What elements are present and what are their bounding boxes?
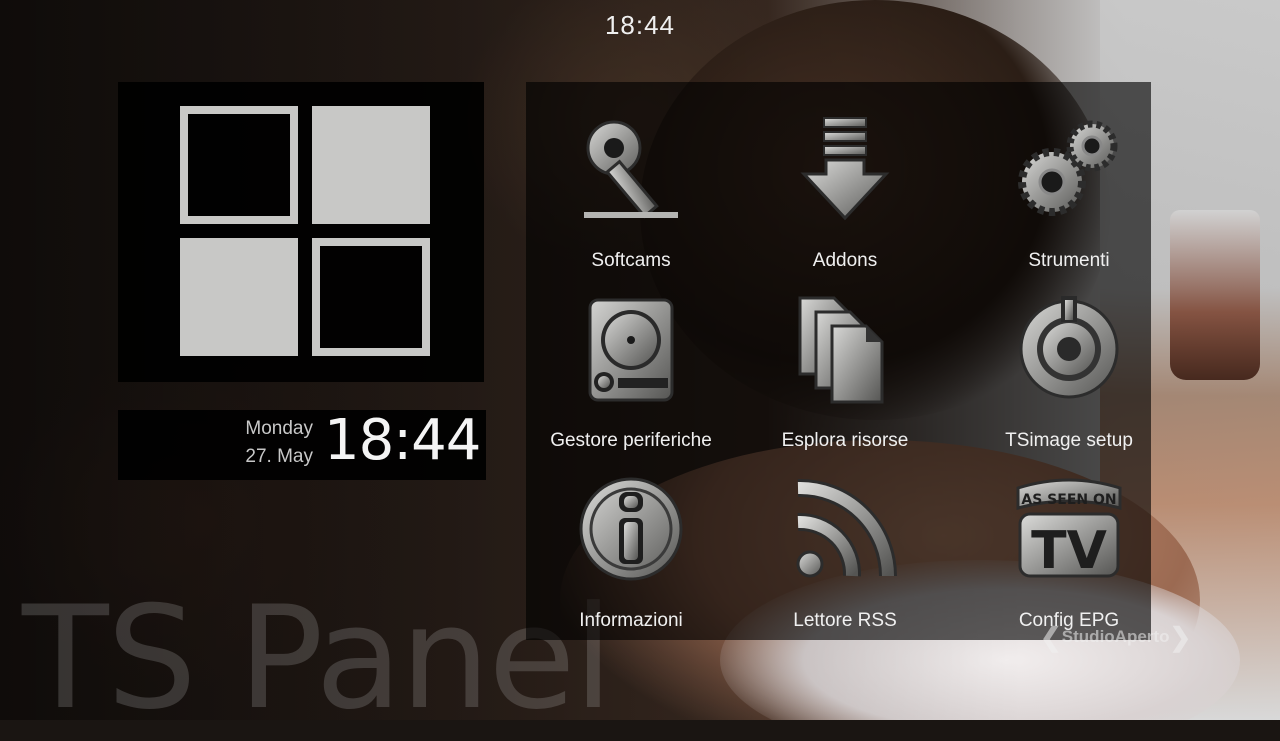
svg-text:TV: TV (1031, 521, 1107, 581)
menu-item-label: Gestore periferiche (550, 430, 712, 451)
menu-item-config-epg[interactable]: AS SEEN ON TV Config EPG (964, 452, 1174, 631)
svg-text:AS SEEN ON: AS SEEN ON (1021, 492, 1116, 508)
gears-icon (1014, 114, 1124, 224)
weekday: Monday (245, 418, 313, 439)
key-icon (576, 114, 686, 224)
date-time-widget: Monday 27. May 18:44 (118, 408, 486, 480)
info-icon (576, 474, 686, 584)
date: 27. May (245, 446, 313, 467)
as-seen-on-tv-icon: AS SEEN ON TV (1014, 474, 1124, 584)
menu-item-tsimage-setup[interactable]: TSimage setup (964, 272, 1174, 451)
hard-disk-icon (576, 294, 686, 404)
menu-item-strumenti[interactable]: Strumenti (964, 92, 1174, 271)
power-dial-icon (1014, 294, 1124, 404)
files-icon (790, 294, 900, 404)
logo-tile-filled (180, 238, 298, 356)
menu-item-softcams[interactable]: Softcams (526, 92, 736, 271)
chevron-left-icon: ❮ (1040, 622, 1062, 652)
menu-item-gestore-periferiche[interactable]: Gestore periferiche (526, 272, 736, 451)
menu-item-label: Lettore RSS (793, 610, 897, 631)
tiles-logo-icon (180, 106, 430, 356)
menu-item-addons[interactable]: Addons (740, 92, 950, 271)
big-clock: 18:44 (324, 408, 481, 473)
menu-item-label: Addons (812, 250, 878, 271)
channel-watermark: ❮StudioAperto❯ (1040, 622, 1191, 653)
logo-tile-outline (312, 238, 430, 356)
menu-item-label: Esplora risorse (781, 430, 909, 451)
menu-panel: Softcams Addons Strumenti Gestore perife… (526, 82, 1151, 640)
menu-item-informazioni[interactable]: Informazioni (526, 452, 736, 631)
menu-item-label: TSimage setup (1005, 430, 1133, 451)
menu-item-label: Softcams (591, 250, 671, 271)
chevron-right-icon: ❯ (1169, 622, 1192, 652)
panel-title-watermark: TS Panel (22, 576, 613, 741)
status-clock: 18:44 (604, 10, 676, 40)
menu-item-label: Informazioni (579, 610, 683, 631)
menu-item-esplora-risorse[interactable]: Esplora risorse (740, 272, 950, 451)
menu-item-lettore-rss[interactable]: Lettore RSS (740, 452, 950, 631)
logo-tile-outline (180, 106, 298, 224)
download-arrow-icon (790, 114, 900, 224)
channel-name: StudioAperto (1061, 626, 1170, 646)
logo-tile-filled (312, 106, 430, 224)
rss-icon (790, 474, 900, 584)
menu-item-label: Strumenti (1028, 250, 1110, 271)
